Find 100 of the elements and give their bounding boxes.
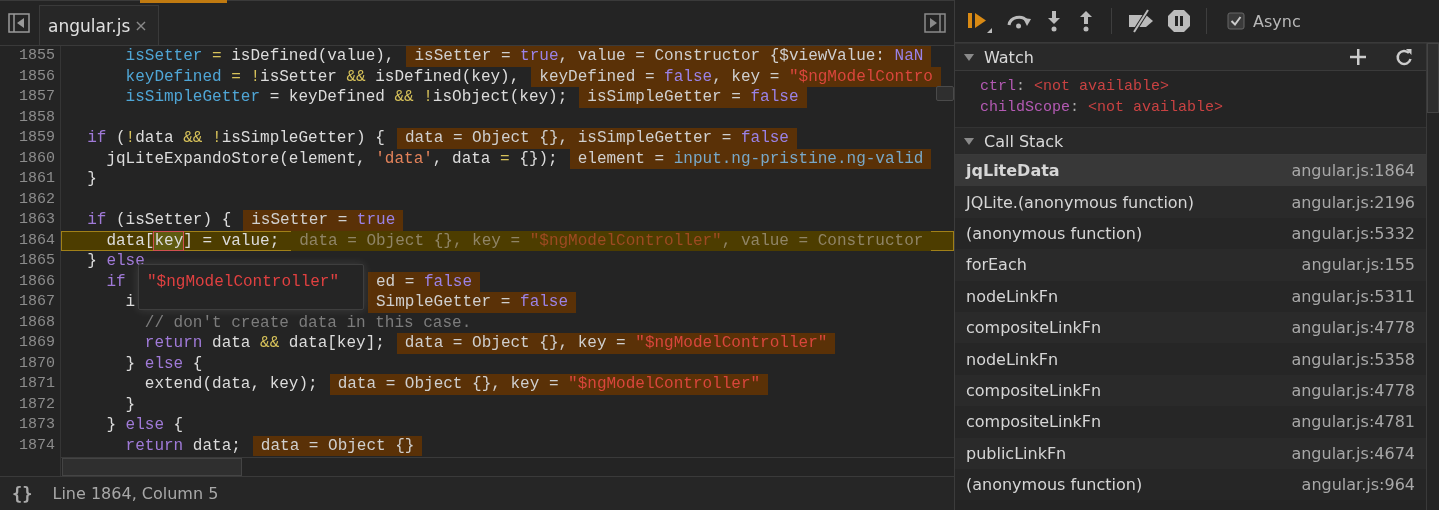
line-number: 1857 — [18, 87, 56, 107]
call-frame[interactable]: compositeLinkFn angular.js:4778 — [955, 374, 1427, 407]
call-frame[interactable]: compositeLinkFn angular.js:4778 — [955, 311, 1427, 344]
refresh-icon[interactable] — [1395, 48, 1413, 66]
code-line: if (isSetter) { — [86, 210, 232, 231]
watch-expression[interactable]: ctrl — [980, 76, 1016, 97]
add-icon[interactable] — [1349, 48, 1367, 66]
line-number: 1873 — [18, 415, 56, 435]
line-number: 1870 — [18, 353, 56, 374]
inline-value: data = Object {}, key = "$ngModelController" — [396, 333, 836, 354]
code-line: } — [86, 169, 97, 190]
function-name: forEach — [966, 255, 1027, 275]
file-tab[interactable]: angular.js × — [39, 5, 159, 45]
call-frame[interactable]: jqLiteData angular.js:1864 — [955, 155, 1427, 187]
source-location: angular.js:155 — [1301, 255, 1415, 275]
section-title: Watch — [984, 47, 1034, 67]
function-name: compositeLinkFn — [966, 380, 1102, 400]
code-line: i — [124, 292, 136, 313]
line-number: 1860 — [18, 148, 56, 169]
separator: : — [1016, 77, 1026, 97]
function-name: nodeLinkFn — [966, 286, 1059, 306]
line-number: 1869 — [18, 333, 56, 353]
debugger-toggle-icon[interactable] — [924, 13, 946, 33]
source-location: angular.js:4778 — [1291, 318, 1415, 338]
inline-value: keyDefined = false, key = "$ngModelContro — [531, 66, 941, 87]
line-number: 1855 — [18, 46, 56, 66]
source-location: angular.js:1864 — [1291, 161, 1415, 181]
call-frame[interactable]: JQLite.(anonymous function) angular.js:2196 — [955, 186, 1427, 218]
line-number: 1858 — [18, 107, 56, 128]
inline-value: ed = false — [368, 271, 481, 292]
line-number: 1862 — [18, 189, 56, 210]
call-frame[interactable]: forEach angular.js:155 — [955, 249, 1427, 281]
expand-triangle-icon[interactable] — [963, 51, 975, 63]
inline-value: element = input.ng-pristine.ng-valid — [569, 148, 932, 169]
close-button[interactable]: × — [134, 16, 148, 35]
inline-value: isSimpleGetter = false — [579, 87, 807, 108]
navigator-toggle-icon[interactable] — [8, 13, 30, 33]
scrollbar-thumb[interactable] — [1427, 43, 1439, 113]
code-line: jqLiteExpandoStore(element, 'data', data = {}); — [105, 148, 558, 169]
source-location: angular.js:4778 — [1291, 380, 1415, 400]
line-number: 1871 — [18, 374, 56, 394]
source-location: angular.js:2196 — [1291, 192, 1415, 212]
inline-value: data = Object {} — [252, 435, 423, 456]
code-line: if — [105, 271, 126, 292]
source-location: angular.js:5358 — [1291, 349, 1415, 369]
line-number: 1867 — [18, 292, 56, 312]
inline-value: isSetter = true, value = Constructor {$viewValue: NaN — [406, 46, 932, 67]
async-checkbox[interactable] — [1227, 12, 1245, 30]
function-name: compositeLinkFn — [966, 318, 1102, 338]
line-number: 1864 — [18, 230, 56, 251]
expand-triangle-icon[interactable] — [963, 135, 975, 147]
source-location: angular.js:5332 — [1291, 223, 1415, 243]
code-line: return data; — [124, 435, 241, 456]
function-name: jqLiteData — [966, 161, 1060, 181]
line-number: 1866 — [18, 271, 56, 292]
value-tooltip: "$ngModelController" — [138, 264, 364, 310]
scrollbar-thumb[interactable] — [936, 86, 954, 101]
source-location: angular.js:964 — [1301, 475, 1415, 495]
inline-value: isSetter = true — [243, 210, 404, 231]
function-name: JQLite.(anonymous function) — [966, 192, 1194, 212]
code-line: // don't create data in this case. — [143, 312, 472, 333]
section-header[interactable]: Watch — [955, 43, 1427, 71]
source-location: angular.js:4781 — [1291, 412, 1415, 432]
code-line: extend(data, key); — [143, 374, 318, 395]
line-number: 1865 — [18, 251, 56, 271]
function-name: nodeLinkFn — [966, 349, 1059, 369]
code-line: } else { — [124, 353, 203, 374]
function-name: (anonymous function) — [966, 223, 1143, 243]
code-line: isSimpleGetter = keyDefined && !isObject(key); — [124, 87, 568, 108]
watch-expression[interactable]: childScope — [980, 97, 1070, 118]
line-number: 1874 — [18, 435, 56, 456]
code-line: keyDefined = !isSetter && isDefined(key), — [124, 66, 520, 87]
pretty-print-button[interactable]: {} — [12, 483, 33, 504]
section-header[interactable]: Call Stack — [955, 127, 1427, 155]
line-number: 1872 — [18, 394, 56, 415]
function-name: publicLinkFn — [966, 443, 1067, 463]
cursor-position: Line 1864, Column 5 — [52, 484, 219, 503]
inline-value: data = Object {}, isSimpleGetter = false — [396, 128, 797, 149]
async-label: Async — [1253, 11, 1301, 31]
line-number: 1861 — [18, 169, 56, 189]
inline-value: data = Object {}, key = "$ngModelController" — [329, 374, 769, 395]
inline-value: data = Object {}, key = "$ngModelController", value = Constructor — [291, 230, 932, 251]
watch-value: <not available> — [1088, 98, 1224, 118]
pause-icon[interactable] — [1166, 8, 1192, 34]
code-line: } — [124, 394, 136, 415]
separator: : — [1070, 98, 1080, 118]
line-number: 1863 — [18, 210, 56, 230]
call-frame[interactable]: publicLinkFn angular.js:4674 — [955, 437, 1427, 469]
code-line: return data && data[key]; — [143, 333, 385, 354]
scrollbar-thumb[interactable] — [62, 458, 242, 476]
code-line: isSetter = isDefined(value), — [124, 46, 395, 67]
source-location: angular.js:4674 — [1291, 443, 1415, 463]
section-title: Call Stack — [984, 131, 1064, 151]
line-number: 1868 — [18, 312, 56, 333]
watch-value: <not available> — [1034, 77, 1170, 97]
source-location: angular.js:5311 — [1291, 286, 1415, 306]
function-name: (anonymous function) — [966, 475, 1143, 495]
line-number: 1856 — [18, 66, 56, 87]
line-number: 1859 — [18, 128, 56, 148]
code-line: } else { — [105, 415, 184, 436]
